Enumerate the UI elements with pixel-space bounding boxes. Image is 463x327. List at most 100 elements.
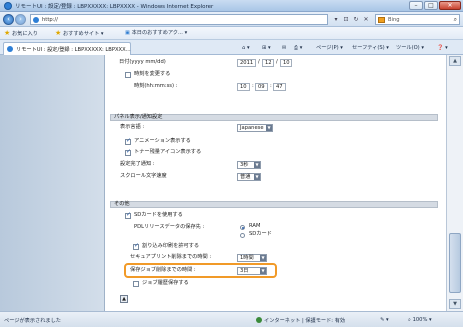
stop-icon[interactable]: ✕: [361, 14, 371, 25]
multi-print-checkbox[interactable]: [133, 242, 139, 250]
panel-section-header: パネル表示/通知設定: [110, 114, 438, 121]
year-field[interactable]: 2011: [237, 59, 256, 67]
vertical-scrollbar[interactable]: ▲ ▼: [446, 55, 463, 311]
web-slice-link[interactable]: ▣ 本日のおすすめアク... ▾: [125, 29, 187, 38]
protected-mode-icon[interactable]: ✎ ▾: [380, 317, 389, 323]
close-button[interactable]: ✕: [439, 1, 461, 10]
refresh-icon[interactable]: ↻: [351, 14, 361, 25]
minimize-button[interactable]: –: [409, 1, 423, 10]
tools-menu[interactable]: ツール(O) ▾: [396, 44, 424, 53]
status-text: ページが表示されました: [4, 318, 61, 324]
scroll-thumb[interactable]: [449, 233, 461, 293]
web-slice-label: 本日のおすすめアク... ▾: [131, 30, 188, 36]
search-input[interactable]: Bing ⌕: [375, 14, 460, 25]
tab-label: リモートUI : 設定/登録 : LBPXXXXX: LBPXXX...: [16, 47, 131, 53]
change-time-label: 時刻を変更する: [134, 71, 171, 77]
help-menu[interactable]: ❓ ▾: [437, 44, 448, 53]
window-controls: – □ ✕: [409, 1, 461, 10]
address-toolbar: ‹ › http:// ▾ ⊡ ↻ ✕ Bing ⌕: [0, 12, 463, 27]
time-label: 時刻(hh:mm:ss) :: [134, 83, 178, 89]
favorites-label: お気に入り: [11, 31, 38, 37]
animation-label: アニメーション表示する: [134, 138, 191, 144]
status-bar: ページが表示されました インターネット | 保護モード: 有効 ✎ ▾ ⌕ 10…: [0, 311, 463, 327]
language-value: Japanese: [240, 125, 264, 131]
scroll-up-icon[interactable]: ▲: [449, 56, 461, 66]
hour-field[interactable]: 10: [237, 83, 250, 91]
job-history-checkbox[interactable]: [133, 281, 139, 287]
scroll-speed-value: 普通: [240, 174, 251, 180]
language-label: 表示言語 :: [120, 124, 145, 130]
print-icon[interactable]: ⎙ ▾: [294, 44, 302, 53]
chevron-down-icon: ▼: [260, 268, 266, 274]
confirm-value: 3秒: [240, 162, 249, 168]
scroll-speed-label: スクロール文字速度: [120, 173, 167, 179]
scroll-down-icon[interactable]: ▼: [449, 299, 461, 309]
window-titlebar: リモートUI : 設定/登録 : LBPXXXXX: LBPXXXX - Win…: [0, 0, 463, 12]
month-field[interactable]: 12: [262, 59, 274, 67]
tab-remote-ui[interactable]: リモートUI : 設定/登録 : LBPXXXXX: LBPXXX...: [3, 42, 131, 55]
retain-sd-label: SDカード: [249, 231, 272, 237]
back-to-top-icon[interactable]: ▲: [120, 295, 128, 303]
security-zone[interactable]: インターネット | 保護モード: 有効: [256, 317, 345, 324]
confirm-select[interactable]: 3秒 ▼: [237, 161, 261, 169]
page-menu[interactable]: ページ(P) ▾: [316, 44, 343, 53]
suggested-sites-link[interactable]: ★ おすすめサイト ▾: [55, 29, 104, 38]
time-separator: :: [252, 83, 254, 89]
animation-checkbox[interactable]: [125, 137, 131, 145]
compat-view-icon[interactable]: ⊡: [341, 14, 351, 25]
secure-print-label: セキュアプリント削除までの時間 :: [130, 254, 212, 260]
retain-ram-radio[interactable]: [240, 225, 245, 230]
other-section-header: その他: [110, 201, 438, 208]
search-icon[interactable]: ⌕: [454, 16, 457, 24]
language-select[interactable]: Japanese ▼: [237, 124, 273, 132]
page-icon: [33, 17, 39, 23]
window-title: リモートUI : 設定/登録 : LBPXXXXX: LBPXXXX - Win…: [15, 4, 214, 10]
home-icon[interactable]: ⌂ ▾: [242, 44, 250, 53]
toner-icon-checkbox[interactable]: [125, 148, 131, 156]
scroll-speed-select[interactable]: 普通 ▼: [237, 173, 261, 181]
search-placeholder: Bing: [388, 17, 400, 23]
chevron-down-icon: ▼: [254, 174, 260, 180]
favorites-button[interactable]: ★ お気に入り: [4, 29, 38, 38]
web-slice-icon: ▣: [125, 30, 130, 36]
star-icon: ★: [4, 29, 11, 37]
job-retention-label: 保存ジョブ削除までの時間 :: [130, 267, 196, 273]
suggested-sites-label: おすすめサイト ▾: [62, 31, 104, 37]
address-dropdown-icon[interactable]: ▾: [331, 14, 341, 25]
chevron-down-icon: ▼: [254, 162, 260, 168]
tab-bar: リモートUI : 設定/登録 : LBPXXXXX: LBPXXX... ⌂ ▾…: [0, 40, 463, 55]
chevron-down-icon: ▼: [260, 255, 266, 261]
date-separator: /: [258, 59, 260, 65]
minute-field[interactable]: 09: [255, 83, 268, 91]
day-field[interactable]: 10: [280, 59, 292, 67]
multi-print-label: 割り込み印刷を許可する: [142, 243, 200, 249]
chevron-down-icon: ▼: [266, 125, 272, 131]
date-separator: /: [276, 59, 278, 65]
left-navigation-pane: [0, 55, 104, 311]
retain-sd-radio[interactable]: [240, 233, 245, 238]
secure-print-select[interactable]: 1時間 ▼: [237, 254, 267, 262]
ie-logo-icon: [4, 2, 12, 10]
url-text: http://: [42, 17, 58, 23]
sd-card-checkbox[interactable]: [125, 211, 131, 219]
read-mail-icon[interactable]: ✉: [282, 44, 286, 53]
zone-label: インターネット | 保護モード: 有効: [264, 318, 346, 324]
address-input[interactable]: http://: [30, 14, 328, 25]
zoom-value: 100%: [412, 317, 428, 323]
retain-label: PDLリリースデータの保存先 :: [134, 224, 205, 230]
job-retention-select[interactable]: 3日 ▼: [237, 267, 267, 275]
zoom-control[interactable]: ⌕ 100% ▾: [408, 317, 432, 324]
job-history-label: ジョブ履歴保存する: [142, 280, 189, 286]
change-time-checkbox[interactable]: [125, 72, 131, 78]
forward-button[interactable]: ›: [15, 14, 26, 25]
feeds-icon[interactable]: ⊞ ▾: [262, 44, 271, 53]
tab-page-icon: [7, 46, 13, 52]
time-separator: :: [270, 83, 272, 89]
second-field[interactable]: 47: [273, 83, 286, 91]
bing-logo-icon: [378, 17, 385, 23]
maximize-button[interactable]: □: [424, 1, 438, 10]
secure-print-value: 1時間: [240, 255, 254, 261]
favorites-bar: ★ お気に入り ★ おすすめサイト ▾ ▣ 本日のおすすめアク... ▾: [0, 27, 463, 40]
back-button[interactable]: ‹: [3, 14, 14, 25]
safety-menu[interactable]: セーフティ(S) ▾: [352, 44, 389, 53]
